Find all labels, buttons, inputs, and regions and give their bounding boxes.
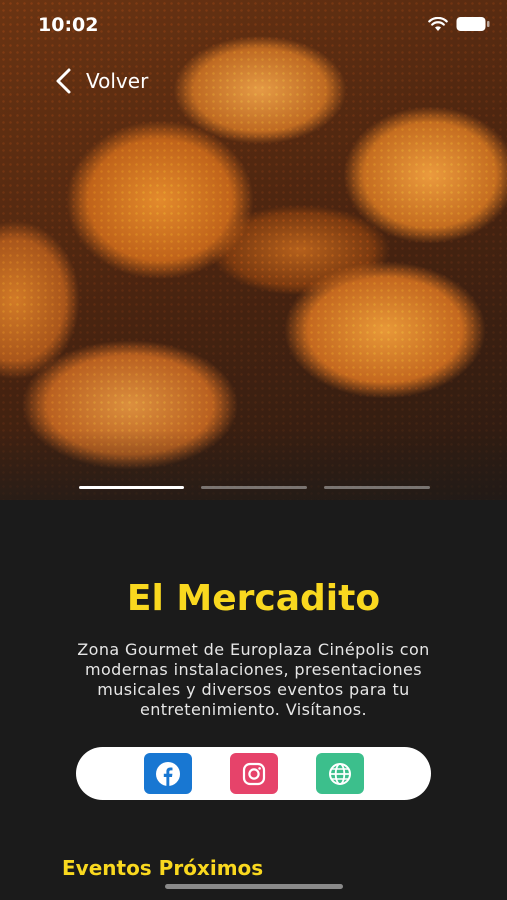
wifi-icon	[428, 17, 448, 31]
facebook-icon	[156, 761, 180, 786]
instagram-icon	[242, 762, 266, 785]
facebook-button[interactable]	[144, 753, 192, 794]
events-section-title: Eventos Próximos	[62, 856, 264, 880]
pager-indicator[interactable]	[79, 486, 184, 489]
globe-icon	[329, 762, 351, 785]
back-button[interactable]: Volver	[50, 64, 148, 98]
instagram-button[interactable]	[230, 753, 278, 794]
venue-description: Zona Gourmet de Europlaza Cinépolis con …	[77, 640, 430, 719]
gallery-pager	[0, 486, 507, 490]
chevron-left-icon	[56, 68, 71, 94]
battery-icon	[456, 17, 490, 31]
status-time: 10:02	[38, 14, 99, 36]
website-button[interactable]	[316, 753, 364, 794]
venue-title: El Mercadito	[126, 578, 381, 619]
social-links-bar	[76, 747, 431, 800]
back-button-label: Volver	[86, 69, 149, 93]
home-indicator[interactable]	[165, 884, 343, 889]
pager-indicator[interactable]	[324, 486, 430, 489]
pager-indicator[interactable]	[201, 486, 307, 489]
status-bar: 10:02	[0, 0, 507, 50]
